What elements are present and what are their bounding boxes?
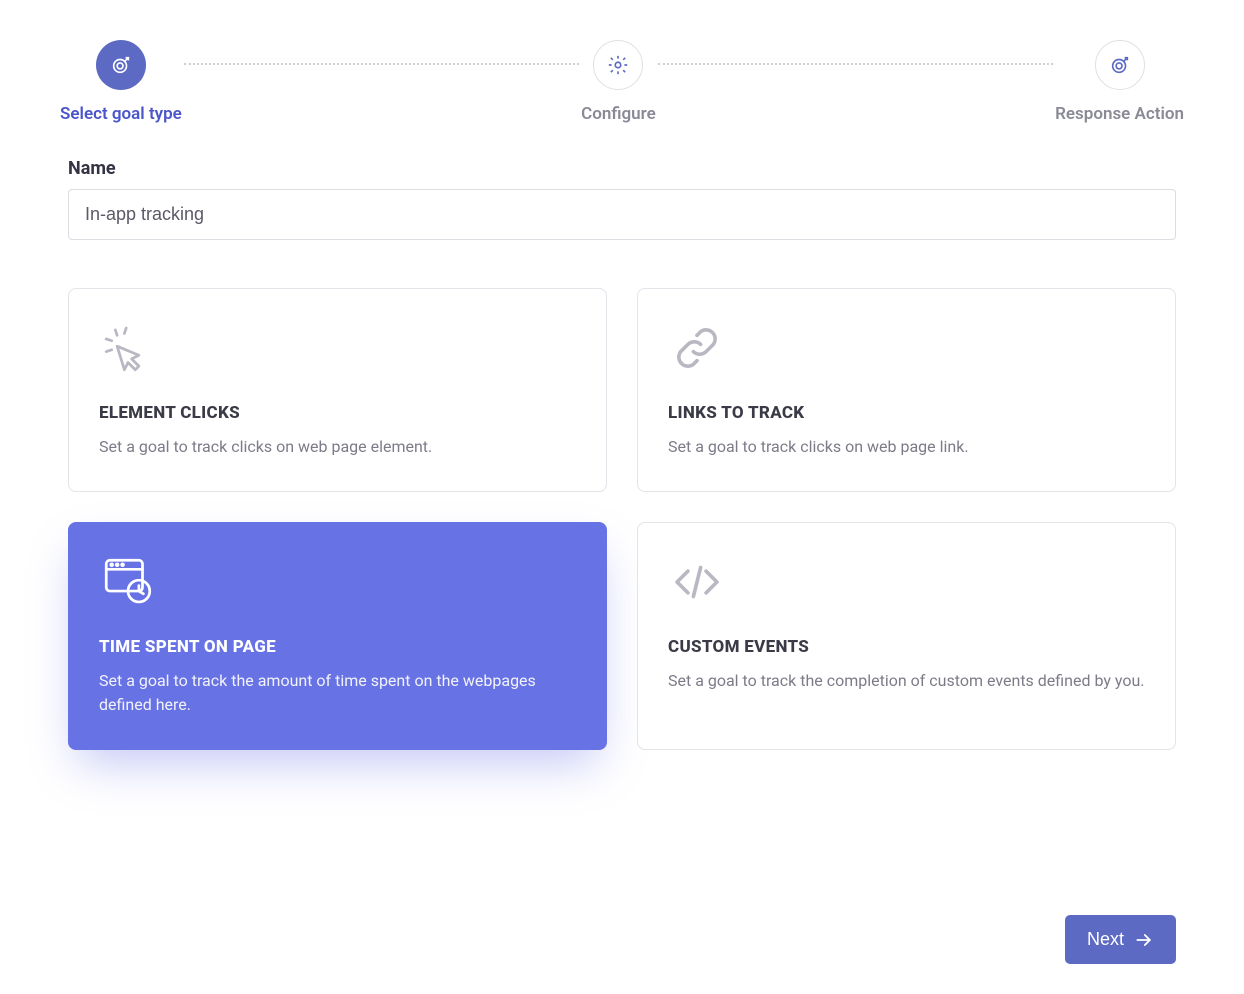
step-configure[interactable]: Configure (581, 40, 656, 124)
card-desc: Set a goal to track the amount of time s… (99, 669, 576, 717)
name-label: Name (68, 158, 1176, 179)
step-label: Configure (581, 104, 656, 124)
card-title: LINKS TO TRACK (668, 403, 1145, 423)
step-label: Response Action (1055, 104, 1184, 124)
card-element-clicks[interactable]: ELEMENT CLICKS Set a goal to track click… (68, 288, 607, 492)
content-area: Name ELEMENT CLICKS Set a goal to track … (0, 158, 1244, 750)
goal-type-cards: ELEMENT CLICKS Set a goal to track click… (68, 288, 1176, 750)
card-custom-events[interactable]: CUSTOM EVENTS Set a goal to track the co… (637, 522, 1176, 750)
target-icon (1095, 40, 1145, 90)
step-select-goal-type[interactable]: Select goal type (60, 40, 182, 124)
next-button-label: Next (1087, 929, 1124, 950)
name-input[interactable] (68, 189, 1176, 240)
card-time-spent[interactable]: TIME SPENT ON PAGE Set a goal to track t… (68, 522, 607, 750)
link-icon (668, 319, 1145, 377)
card-desc: Set a goal to track the completion of cu… (668, 669, 1145, 693)
gear-icon (593, 40, 643, 90)
code-icon (668, 553, 1145, 611)
click-icon (99, 319, 576, 377)
step-label: Select goal type (60, 104, 182, 124)
step-connector (184, 63, 579, 65)
arrow-right-icon (1134, 930, 1154, 950)
card-title: ELEMENT CLICKS (99, 403, 576, 423)
card-desc: Set a goal to track clicks on web page e… (99, 435, 576, 459)
step-connector (658, 63, 1053, 65)
next-button[interactable]: Next (1065, 915, 1176, 964)
card-links-to-track[interactable]: LINKS TO TRACK Set a goal to track click… (637, 288, 1176, 492)
step-response-action[interactable]: Response Action (1055, 40, 1184, 124)
card-title: TIME SPENT ON PAGE (99, 637, 576, 657)
page-container: Select goal type Configure Response Act (0, 0, 1244, 994)
target-icon (96, 40, 146, 90)
time-page-icon (99, 553, 576, 611)
footer: Next (1065, 915, 1176, 964)
card-title: CUSTOM EVENTS (668, 637, 1145, 657)
card-desc: Set a goal to track clicks on web page l… (668, 435, 1145, 459)
stepper: Select goal type Configure Response Act (0, 40, 1244, 124)
